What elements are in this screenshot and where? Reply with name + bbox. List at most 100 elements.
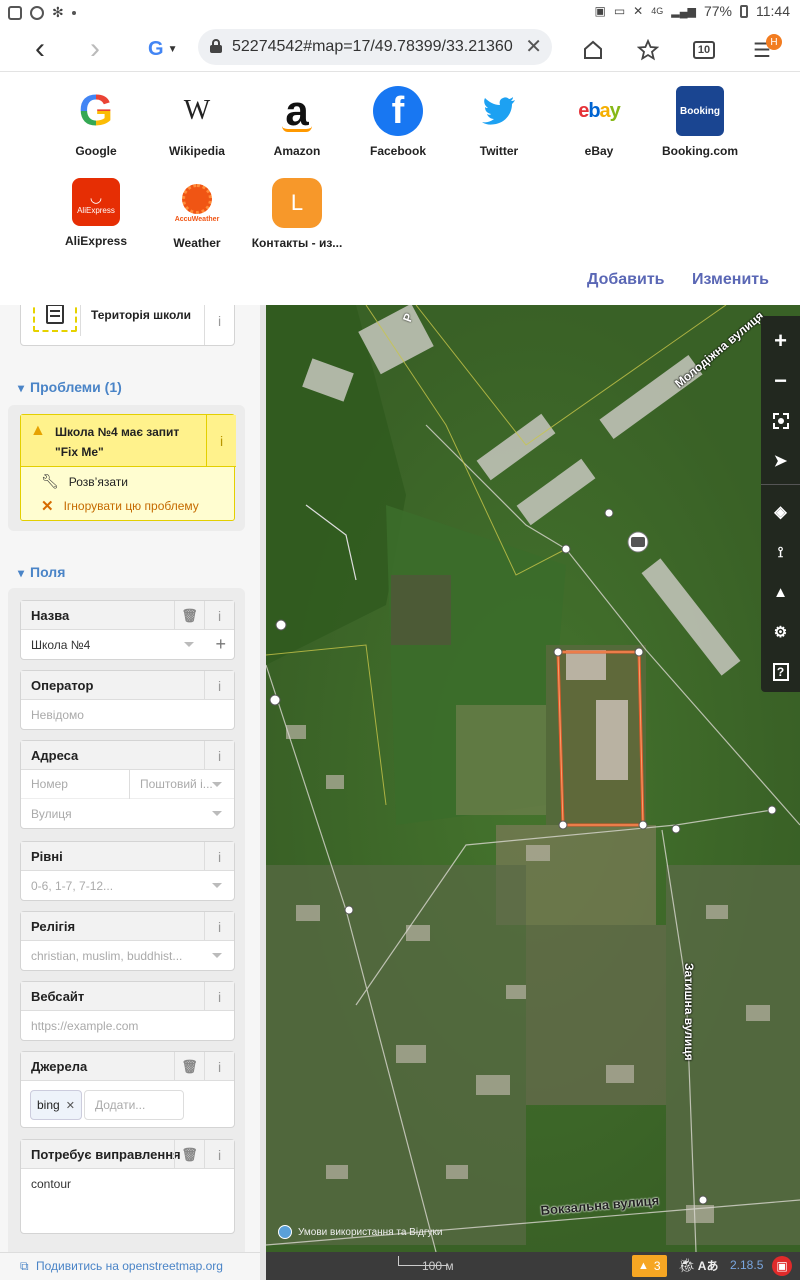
address-bar[interactable]: 52274542#map=17/49.78399/33.21360 ✕ bbox=[198, 29, 552, 65]
chevron-down-icon[interactable] bbox=[212, 782, 222, 787]
ignore-issue-button[interactable]: ✕ Ігнорувати цю проблему bbox=[41, 497, 199, 515]
info-icon[interactable]: i bbox=[204, 982, 234, 1011]
housenumber-input[interactable]: Номер bbox=[31, 777, 68, 791]
info-icon[interactable]: i bbox=[204, 1052, 234, 1081]
fixme-textarea[interactable]: contour bbox=[21, 1169, 234, 1198]
resolve-issue-button[interactable]: 🔧︎ Розв’язати bbox=[41, 473, 128, 490]
url-text[interactable]: 52274542#map=17/49.78399/33.21360 bbox=[232, 38, 513, 56]
version-link[interactable]: 2.18.5 bbox=[730, 1258, 763, 1272]
globe-icon bbox=[278, 1225, 292, 1239]
issue-card: ▲ Школа №4 має запит "Fix Me" i 🔧︎ Розв’… bbox=[20, 414, 236, 521]
add-shortcut-button[interactable]: Добавить bbox=[587, 271, 665, 289]
map-data-button[interactable]: ⟟ bbox=[761, 532, 800, 572]
resolve-label: Розв’язати bbox=[68, 474, 128, 489]
field-label: Рівні i bbox=[21, 842, 234, 871]
issue-info-button[interactable]: i bbox=[206, 415, 236, 466]
website-input[interactable]: https://example.com bbox=[21, 1011, 234, 1040]
speed-dial-label: Google bbox=[75, 144, 117, 158]
speed-dial-ebay[interactable]: ebay eBay bbox=[549, 86, 649, 159]
search-engine-selector[interactable]: G ▼ bbox=[148, 38, 177, 61]
info-icon[interactable]: i bbox=[204, 601, 234, 630]
lock-screen-icon: ▣ bbox=[594, 4, 606, 18]
map-footer: 100 м ▲ 3 🐞︎ Aあ 2.18.5 ▣ bbox=[266, 1252, 800, 1280]
street-input[interactable]: Вулиця bbox=[21, 799, 234, 828]
name-input[interactable]: Школа №4 + bbox=[21, 630, 234, 659]
issues-pane-button[interactable]: ▲ bbox=[761, 572, 800, 612]
bookmark-button[interactable] bbox=[634, 36, 662, 64]
chevron-down-icon[interactable] bbox=[212, 883, 222, 888]
speed-dial-weather[interactable]: AccuWeather Weather bbox=[147, 178, 247, 250]
operator-input[interactable]: Невідомо bbox=[21, 700, 234, 729]
religion-input[interactable]: christian, muslim, buddhist... bbox=[21, 941, 234, 970]
info-icon[interactable]: i bbox=[204, 1140, 234, 1169]
whats-new-button[interactable]: ▣ bbox=[772, 1256, 792, 1276]
back-arrow-icon: ‹ bbox=[35, 32, 45, 65]
imagery-attribution[interactable]: Умови використання та Відгуки bbox=[278, 1225, 443, 1239]
account-notification-icon bbox=[30, 5, 44, 20]
star-icon bbox=[637, 39, 659, 61]
location-arrow-icon: ➤ bbox=[773, 453, 788, 470]
zoom-to-selection-button[interactable] bbox=[761, 401, 800, 441]
help-icon: ? bbox=[772, 663, 789, 681]
speed-dial-amazon[interactable]: a Amazon bbox=[247, 86, 347, 158]
speed-dial-google[interactable]: G Google bbox=[46, 86, 146, 158]
battery-icon bbox=[740, 4, 748, 18]
map-canvas[interactable]: Молодіжна вулиця Затишна вулиця Вокзальн… bbox=[266, 305, 800, 1252]
speed-dial-contacts[interactable]: L Контакты - из... bbox=[247, 178, 347, 250]
edit-shortcuts-button[interactable]: Изменить bbox=[692, 271, 769, 289]
preferences-button[interactable]: ⚙︎ bbox=[761, 612, 800, 652]
gallery-notification-icon bbox=[8, 5, 22, 20]
fields-section-toggle[interactable]: ▾ Поля bbox=[18, 564, 65, 580]
speed-dial-label: Amazon bbox=[273, 144, 321, 158]
zoom-in-button[interactable]: + bbox=[761, 321, 800, 361]
menu-button[interactable]: ☰ H bbox=[748, 34, 782, 64]
preset-info-button[interactable]: i bbox=[204, 305, 234, 345]
issues-count-button[interactable]: ▲ 3 bbox=[632, 1255, 667, 1277]
aliexpress-icon: ◡ AliExpress bbox=[72, 178, 120, 226]
background-layers-button[interactable]: ◈ bbox=[761, 492, 800, 532]
add-localized-name-icon[interactable]: + bbox=[215, 634, 226, 655]
trash-icon[interactable]: 🗑︎ bbox=[174, 601, 204, 630]
plus-icon: + bbox=[774, 328, 787, 353]
chevron-down-icon[interactable] bbox=[184, 642, 194, 647]
clear-url-button[interactable]: ✕ bbox=[525, 34, 542, 59]
issues-section-title: Проблеми (1) bbox=[30, 379, 122, 395]
zoom-out-button[interactable]: − bbox=[761, 361, 800, 401]
chevron-down-icon[interactable] bbox=[212, 953, 222, 958]
levels-input[interactable]: 0-6, 1-7, 7-12... bbox=[21, 871, 234, 900]
home-button[interactable] bbox=[579, 36, 607, 64]
facebook-icon: f bbox=[373, 86, 423, 136]
help-button[interactable]: ? bbox=[761, 652, 800, 692]
info-icon[interactable]: i bbox=[204, 741, 234, 770]
forward-button[interactable]: › bbox=[80, 32, 110, 65]
trash-icon[interactable]: 🗑︎ bbox=[174, 1140, 204, 1169]
info-icon[interactable]: i bbox=[204, 912, 234, 941]
info-icon[interactable]: i bbox=[204, 842, 234, 871]
trash-icon[interactable]: 🗑︎ bbox=[174, 1052, 204, 1081]
view-on-osm-label: Подивитись на openstreetmap.org bbox=[36, 1259, 223, 1273]
geolocate-button[interactable]: ➤ bbox=[761, 441, 800, 481]
chevron-down-icon: ▾ bbox=[18, 566, 25, 580]
menu-badge: H bbox=[766, 34, 782, 50]
field-label: Релігія i bbox=[21, 912, 234, 941]
speed-dial-wikipedia[interactable]: W Wikipedia bbox=[147, 86, 247, 158]
chevron-down-icon[interactable] bbox=[212, 811, 222, 816]
view-on-osm-link[interactable]: ⧉ Подивитись на openstreetmap.org bbox=[0, 1252, 260, 1280]
speed-dial-booking[interactable]: Booking Booking.com bbox=[650, 86, 750, 158]
field-address: Адреса i Номер Поштовий і... Вулиця bbox=[20, 740, 235, 829]
add-source-input[interactable]: Додати... bbox=[84, 1090, 184, 1120]
issue-header[interactable]: ▲ Школа №4 має запит "Fix Me" i bbox=[21, 415, 236, 467]
field-label: Вебсайт i bbox=[21, 982, 234, 1011]
preset-card[interactable]: Територія школи i bbox=[20, 305, 235, 346]
speed-dial-facebook[interactable]: f Facebook bbox=[348, 86, 448, 158]
issues-section-toggle[interactable]: ▾ Проблеми (1) bbox=[18, 379, 122, 395]
report-bug-button[interactable]: 🐞︎ Aあ bbox=[678, 1257, 718, 1274]
remove-chip-icon[interactable]: ✕ bbox=[66, 1099, 75, 1112]
speed-dial-aliexpress[interactable]: ◡ AliExpress AliExpress bbox=[46, 178, 146, 248]
info-icon: i bbox=[217, 312, 222, 329]
back-button[interactable]: ‹ bbox=[25, 32, 55, 65]
tabs-button[interactable]: 10 bbox=[690, 36, 718, 64]
info-icon[interactable]: i bbox=[204, 671, 234, 700]
speed-dial-twitter[interactable]: Twitter bbox=[449, 86, 549, 158]
source-chip: bing ✕ bbox=[30, 1090, 82, 1120]
